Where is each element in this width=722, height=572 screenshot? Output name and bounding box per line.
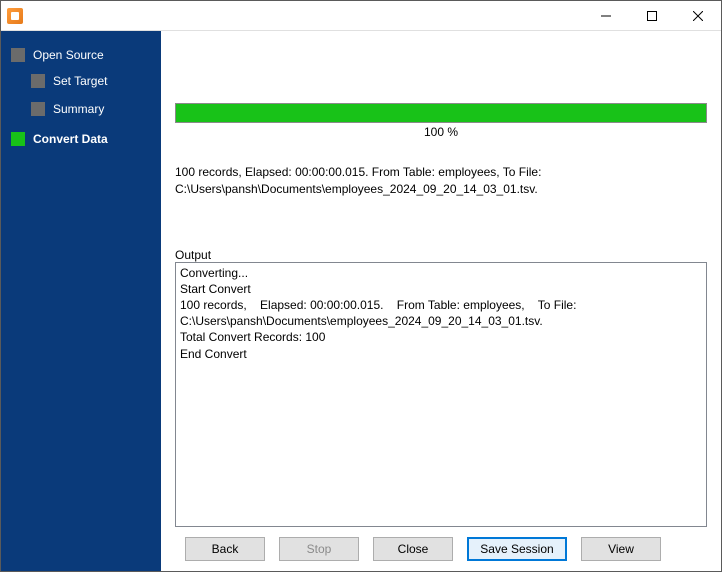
status-line-1: 100 records, Elapsed: 00:00:00.015. From…: [175, 164, 707, 181]
nav-item-open-source[interactable]: Open Source: [1, 39, 161, 67]
nav-item-summary[interactable]: Summary: [1, 95, 161, 123]
progress-percent: 100 %: [175, 125, 707, 139]
save-session-button[interactable]: Save Session: [467, 537, 567, 561]
output-label: Output: [175, 248, 707, 262]
square-icon: [31, 102, 45, 116]
minimize-button[interactable]: [583, 1, 629, 30]
square-icon: [11, 132, 25, 146]
body: Open Source Set Target Summary Convert D…: [1, 31, 721, 571]
nav-item-convert-data[interactable]: Convert Data: [1, 123, 161, 151]
minimize-icon: [601, 11, 611, 21]
app-window: Open Source Set Target Summary Convert D…: [0, 0, 722, 572]
back-button[interactable]: Back: [185, 537, 265, 561]
sidebar: Open Source Set Target Summary Convert D…: [1, 31, 161, 571]
stop-button: Stop: [279, 537, 359, 561]
window-controls: [583, 1, 721, 30]
maximize-button[interactable]: [629, 1, 675, 30]
nav-tree: Open Source Set Target Summary Convert D…: [1, 39, 161, 151]
close-window-button[interactable]: [675, 1, 721, 30]
nav-label: Summary: [53, 102, 104, 116]
close-button[interactable]: Close: [373, 537, 453, 561]
app-icon-inner: [11, 12, 19, 20]
output-textarea[interactable]: Converting... Start Convert 100 records,…: [175, 262, 707, 527]
nav-label: Convert Data: [33, 132, 108, 146]
square-icon: [11, 48, 25, 62]
titlebar: [1, 1, 721, 31]
progress-bar: [175, 103, 707, 123]
nav-label: Open Source: [33, 48, 104, 62]
app-icon: [7, 8, 23, 24]
status-line-2: C:\Users\pansh\Documents\employees_2024_…: [175, 181, 707, 198]
button-row: Back Stop Close Save Session View: [175, 537, 707, 561]
square-icon: [31, 74, 45, 88]
nav-item-set-target[interactable]: Set Target: [1, 67, 161, 95]
maximize-icon: [647, 11, 657, 21]
nav-label: Set Target: [53, 74, 107, 88]
titlebar-left: [1, 8, 23, 24]
main-panel: 100 % 100 records, Elapsed: 00:00:00.015…: [161, 31, 721, 571]
progress-section: 100 %: [175, 103, 707, 139]
view-button[interactable]: View: [581, 537, 661, 561]
close-icon: [693, 11, 703, 21]
status-text: 100 records, Elapsed: 00:00:00.015. From…: [175, 164, 707, 198]
